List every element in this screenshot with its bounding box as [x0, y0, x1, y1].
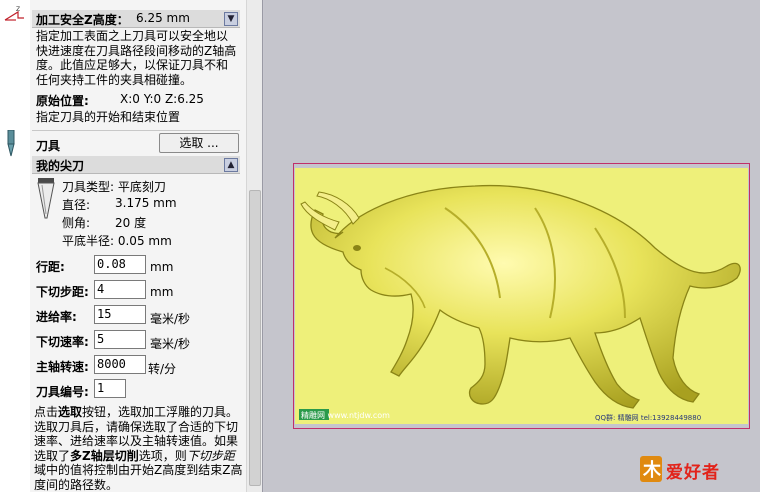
toolpath-settings-panel: Z 加工安全Z高度： 6.25 mm ▼ 指定加工表面之上刀具可以安全地以 快进…: [0, 0, 263, 492]
relief-model: 精雕网 www.ntjdw.com QQ群: 精雕网 tel:139284498…: [295, 168, 748, 424]
tool-flat-radius: 平底半径: 0.05 mm: [62, 234, 172, 248]
safe-z-value: 6.25 mm: [136, 11, 190, 25]
tool-label: 刀具: [36, 139, 61, 153]
tool-bit-icon: [7, 130, 15, 157]
bull-relief: 精雕网 www.ntjdw.com QQ群: 精雕网 tel:139284498…: [299, 184, 741, 422]
tool-angle-value: 20 度: [115, 216, 147, 230]
safe-z-label: 加工安全Z高度：: [36, 13, 129, 27]
v-bit-tool-icon: [37, 178, 55, 219]
plunge-rate-unit: 毫米/秒: [150, 337, 191, 351]
spindle-speed-label: 主轴转速:: [36, 360, 89, 374]
my-tool-header[interactable]: 我的尖刀 ▲: [32, 156, 240, 174]
plunge-rate-label: 下切速率:: [36, 335, 89, 349]
watermark-right: QQ群: 精雕网 tel:13928449880: [595, 413, 701, 422]
scrollbar-thumb[interactable]: [249, 190, 261, 486]
3d-viewport[interactable]: 精雕网 www.ntjdw.com QQ群: 精雕网 tel:139284498…: [264, 0, 760, 492]
collapse-arrow-up-icon[interactable]: ▲: [224, 158, 238, 172]
home-position-value: X:0 Y:0 Z:6.25: [120, 92, 204, 106]
home-position-label: 原始位置:: [36, 94, 89, 108]
tool-diameter-label: 直径:: [62, 198, 91, 212]
stepdown-unit: mm: [150, 285, 174, 299]
tool-number-input[interactable]: 1: [94, 379, 126, 398]
stepdown-label: 下切步距:: [36, 285, 89, 299]
stepover-input[interactable]: 0.08: [94, 255, 146, 274]
spindle-speed-unit: 转/分: [148, 362, 177, 376]
svg-text:Z: Z: [16, 6, 20, 13]
feedrate-unit: 毫米/秒: [150, 312, 191, 326]
feedrate-label: 进给率:: [36, 310, 77, 324]
help-text: 点击选取按钮，选取加工浮雕的刀具。 选取刀具后，请确保选取了合适的下切 速率、进…: [34, 405, 243, 492]
spindle-speed-input[interactable]: 8000: [94, 355, 146, 374]
logo-text: 爱好者: [666, 463, 720, 483]
tool-number-label: 刀具编号:: [36, 385, 89, 399]
safe-z-description: 指定加工表面之上刀具可以安全地以 快进速度在刀具路径段间移动的Z轴高 度。此值应…: [36, 29, 237, 87]
stepover-unit: mm: [150, 260, 174, 274]
tool-type: 刀具类型: 平底刻刀: [62, 180, 166, 194]
plunge-rate-input[interactable]: 5: [94, 330, 146, 349]
safe-z-icon: Z: [4, 6, 24, 21]
safe-z-header[interactable]: 加工安全Z高度： 6.25 mm ▼: [32, 10, 240, 28]
divider: [32, 130, 240, 131]
collapse-arrow-down-icon[interactable]: ▼: [224, 12, 238, 26]
home-position-description: 指定刀具的开始和结束位置: [36, 110, 181, 124]
tool-diameter-value: 3.175 mm: [115, 196, 177, 210]
panel-scrollbar[interactable]: [246, 0, 262, 492]
stepdown-input[interactable]: 4: [94, 280, 146, 299]
watermark-left: 精雕网 www.ntjdw.com: [301, 410, 390, 420]
my-tool-title: 我的尖刀: [36, 159, 85, 173]
panel-gutter: Z: [0, 0, 30, 492]
svg-text:木: 木: [642, 459, 662, 481]
tool-angle-label: 侧角:: [62, 216, 91, 230]
select-tool-button[interactable]: 选取 ...: [159, 133, 239, 153]
site-logo: 木 爱好者: [638, 450, 754, 488]
stepover-label: 行距:: [36, 260, 65, 274]
feedrate-input[interactable]: 15: [94, 305, 146, 324]
